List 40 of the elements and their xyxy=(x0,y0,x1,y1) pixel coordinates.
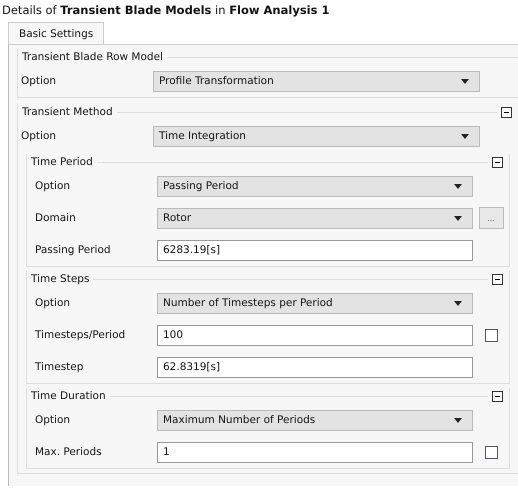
field-label: Option xyxy=(35,180,72,192)
field-label: Option xyxy=(35,297,72,309)
input-field[interactable]: 1 xyxy=(157,442,473,462)
field-label: Option xyxy=(21,75,58,87)
group-title: Transient Blade Row Model xyxy=(21,51,164,63)
input-field[interactable]: 6283.19[s] xyxy=(157,240,473,260)
group-title: Time Steps xyxy=(30,273,90,285)
input-field[interactable]: 62.8319[s] xyxy=(157,356,473,378)
group-title: Time Duration xyxy=(30,390,107,402)
dropdown[interactable]: Number of Timesteps per Period xyxy=(157,292,473,314)
caret-icon xyxy=(461,134,469,138)
caret-icon xyxy=(454,184,462,188)
collapse-icon[interactable] xyxy=(492,156,503,168)
dropdown[interactable]: Maximum Number of Periods xyxy=(157,410,473,430)
dropdown[interactable]: Passing Period xyxy=(157,176,473,196)
field-label: Passing Period xyxy=(35,244,112,256)
caret-icon xyxy=(461,78,469,84)
field-label: Option xyxy=(21,130,58,142)
dropdown[interactable]: Rotor xyxy=(157,208,473,228)
input-field[interactable]: 100 xyxy=(157,324,473,346)
field-label: Domain xyxy=(35,212,77,224)
collapse-icon[interactable] xyxy=(492,390,503,402)
panel-title: Details of Transient Blade Models in Flow Analysis 1 xyxy=(1,2,330,19)
dropdown[interactable]: Time Integration xyxy=(153,126,480,146)
tab[interactable]: Basic Settings xyxy=(8,22,104,44)
collapse-icon[interactable] xyxy=(492,274,503,284)
field-label: Timesteps/Period xyxy=(35,329,126,341)
group-title: Time Period xyxy=(30,156,94,168)
checkbox[interactable] xyxy=(484,446,498,458)
group-title: Transient Method xyxy=(21,106,114,118)
dropdown[interactable]: Profile Transformation xyxy=(153,70,480,92)
browse-button[interactable]: ... xyxy=(478,207,504,229)
checkbox[interactable] xyxy=(484,328,498,342)
collapse-icon[interactable] xyxy=(501,106,512,118)
caret-icon xyxy=(454,418,462,422)
field-label: Option xyxy=(35,414,72,426)
caret-icon xyxy=(454,216,462,220)
field-label: Max. Periods xyxy=(35,446,103,458)
field-label: Timestep xyxy=(35,361,84,373)
caret-icon xyxy=(454,300,462,306)
